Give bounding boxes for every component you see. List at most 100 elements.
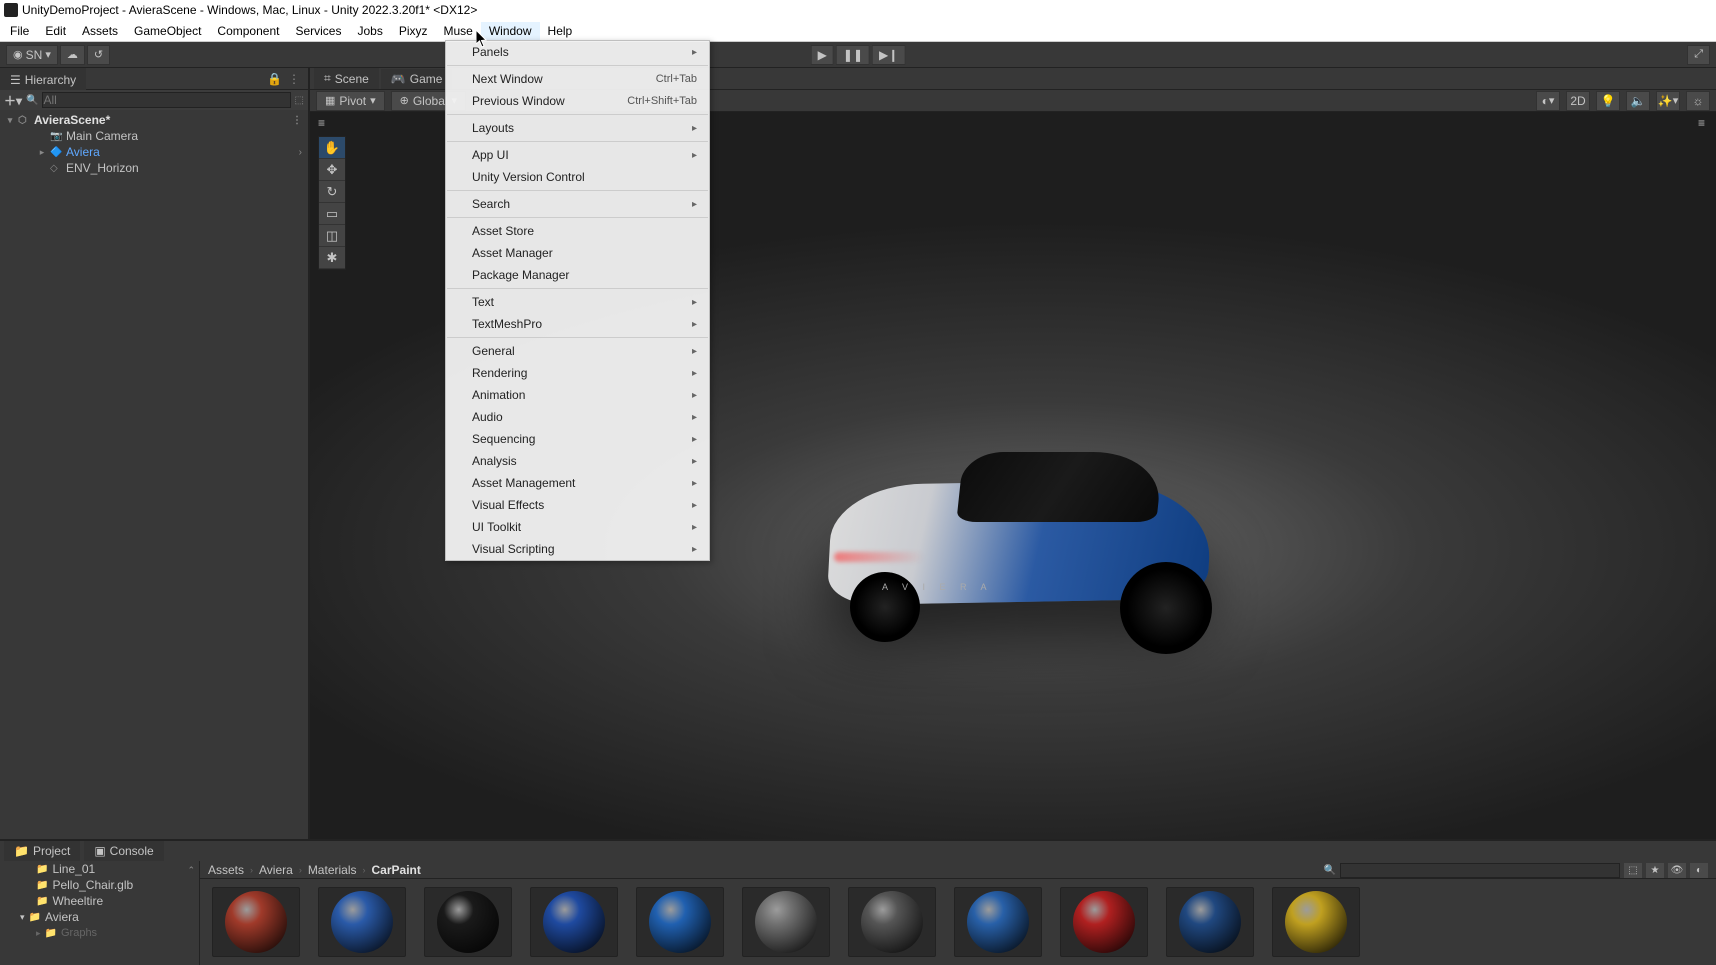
scene-context-icon[interactable]: ⋮ xyxy=(292,115,302,126)
favorites-icon[interactable]: ★ xyxy=(1646,863,1664,878)
menu-file[interactable]: File xyxy=(2,22,37,40)
fx-toggle[interactable]: ✨▾ xyxy=(1656,91,1680,111)
menu-help[interactable]: Help xyxy=(540,22,581,40)
menu-item-search[interactable]: Search▸ xyxy=(446,193,709,215)
menu-item-rendering[interactable]: Rendering▸ xyxy=(446,362,709,384)
breadcrumb-segment[interactable]: Aviera xyxy=(259,863,293,877)
hierarchy-tab[interactable]: ☰Hierarchy xyxy=(0,68,86,90)
menu-muse[interactable]: Muse xyxy=(436,22,481,40)
search-button[interactable]: ⤢ xyxy=(1687,45,1710,65)
hierarchy-tree: ▾⬡ AvieraScene* ⋮ 📷Main Camera▸🔷Aviera›◇… xyxy=(0,110,308,178)
material-thumbnail[interactable] xyxy=(1166,887,1254,957)
console-tab[interactable]: ▣ Console xyxy=(84,841,163,861)
window-menu-dropdown: Panels▸Next WindowCtrl+TabPrevious Windo… xyxy=(445,40,710,561)
breadcrumb-segment[interactable]: CarPaint xyxy=(372,863,421,877)
menu-jobs[interactable]: Jobs xyxy=(349,22,390,40)
menu-item-asset-store[interactable]: Asset Store xyxy=(446,220,709,242)
scene-tool-0[interactable]: ✋ xyxy=(319,137,345,159)
gameobject-icon: ◇ xyxy=(50,163,64,174)
menu-window[interactable]: Window xyxy=(481,22,540,40)
scene-tool-2[interactable]: ↻ xyxy=(319,181,345,203)
history-button[interactable]: ↺ xyxy=(87,45,110,65)
account-button[interactable]: ◉ SN ▾ xyxy=(6,45,58,65)
menu-item-visual-effects[interactable]: Visual Effects▸ xyxy=(446,494,709,516)
overlay-menu-icon[interactable]: ≡ xyxy=(318,116,326,130)
menu-assets[interactable]: Assets xyxy=(74,22,126,40)
lock-icon[interactable]: 🔒 xyxy=(267,72,282,86)
menu-services[interactable]: Services xyxy=(287,22,349,40)
project-search[interactable] xyxy=(1340,863,1620,878)
create-button[interactable]: ＋▾ xyxy=(4,92,22,109)
menu-item-text[interactable]: Text▸ xyxy=(446,291,709,313)
menu-item-ui-toolkit[interactable]: UI Toolkit▸ xyxy=(446,516,709,538)
menu-item-app-ui[interactable]: App UI▸ xyxy=(446,144,709,166)
menu-item-audio[interactable]: Audio▸ xyxy=(446,406,709,428)
menu-component[interactable]: Component xyxy=(209,22,287,40)
pivot-toggle[interactable]: ▦ Pivot ▾ xyxy=(316,91,385,111)
hierarchy-search[interactable] xyxy=(42,92,290,108)
breadcrumb-segment[interactable]: Materials xyxy=(308,863,357,877)
menu-item-next-window[interactable]: Next WindowCtrl+Tab xyxy=(446,68,709,90)
scene-tool-4[interactable]: ◫ xyxy=(319,225,345,247)
hierarchy-menu-icon[interactable]: ⋮ xyxy=(288,72,300,86)
menu-item-previous-window[interactable]: Previous WindowCtrl+Shift+Tab xyxy=(446,90,709,112)
unity-logo-icon xyxy=(4,3,18,17)
menu-item-general[interactable]: General▸ xyxy=(446,340,709,362)
expand-icon[interactable]: ⬚ xyxy=(295,95,304,106)
project-tab[interactable]: 📁 Project xyxy=(4,841,80,861)
scene-tab[interactable]: ⌗Scene xyxy=(314,68,379,89)
material-thumbnail[interactable] xyxy=(530,887,618,957)
2d-toggle[interactable]: 2D xyxy=(1566,91,1590,111)
folder-row[interactable]: ▾📁Aviera xyxy=(0,909,199,925)
slider-icon[interactable]: ◐ xyxy=(1690,863,1708,878)
material-thumbnail[interactable] xyxy=(636,887,724,957)
breadcrumb-segment[interactable]: Assets xyxy=(208,863,244,877)
material-thumbnail[interactable] xyxy=(848,887,936,957)
material-thumbnail[interactable] xyxy=(742,887,830,957)
game-tab[interactable]: 🎮Game xyxy=(381,69,453,89)
hierarchy-item[interactable]: ◇ENV_Horizon xyxy=(0,160,308,176)
menu-item-asset-manager[interactable]: Asset Manager xyxy=(446,242,709,264)
folder-row[interactable]: ▸📁Graphs xyxy=(0,925,199,941)
scene-tool-3[interactable]: ▭ xyxy=(319,203,345,225)
step-button[interactable]: ▶❙ xyxy=(872,45,905,65)
shading-mode[interactable]: ◐▾ xyxy=(1536,91,1560,111)
lighting-toggle[interactable]: 💡 xyxy=(1596,91,1620,111)
folder-row[interactable]: 📁Pello_Chair.glb xyxy=(0,877,199,893)
scene-tool-5[interactable]: ✱ xyxy=(319,247,345,269)
pause-button[interactable]: ❚❚ xyxy=(836,45,870,65)
material-thumbnail[interactable] xyxy=(424,887,512,957)
overlay-menu-right-icon[interactable]: ≡ xyxy=(1698,116,1706,130)
menu-gameobject[interactable]: GameObject xyxy=(126,22,209,40)
material-thumbnail[interactable] xyxy=(318,887,406,957)
collapse-icon[interactable]: ⌃ xyxy=(187,865,195,876)
play-button[interactable]: ▶ xyxy=(811,45,834,65)
gizmos-toggle[interactable]: ☼ xyxy=(1686,91,1710,111)
menu-item-layouts[interactable]: Layouts▸ xyxy=(446,117,709,139)
folder-row[interactable]: 📁Line_01 xyxy=(0,861,199,877)
scene-row[interactable]: ▾⬡ AvieraScene* ⋮ xyxy=(0,112,308,128)
material-thumbnail[interactable] xyxy=(212,887,300,957)
menu-item-package-manager[interactable]: Package Manager xyxy=(446,264,709,286)
menu-item-asset-management[interactable]: Asset Management▸ xyxy=(446,472,709,494)
hierarchy-item[interactable]: ▸🔷Aviera› xyxy=(0,144,308,160)
cloud-button[interactable]: ☁ xyxy=(60,45,85,65)
hidden-icon[interactable]: 👁 xyxy=(1668,863,1686,878)
menu-item-textmeshpro[interactable]: TextMeshPro▸ xyxy=(446,313,709,335)
material-thumbnail[interactable] xyxy=(1060,887,1148,957)
menu-item-unity-version-control[interactable]: Unity Version Control xyxy=(446,166,709,188)
menu-item-analysis[interactable]: Analysis▸ xyxy=(446,450,709,472)
menu-item-animation[interactable]: Animation▸ xyxy=(446,384,709,406)
material-thumbnail[interactable] xyxy=(1272,887,1360,957)
folder-row[interactable]: 📁Wheeltire xyxy=(0,893,199,909)
material-thumbnail[interactable] xyxy=(954,887,1042,957)
audio-toggle[interactable]: 🔈 xyxy=(1626,91,1650,111)
filter-icon[interactable]: ⬚ xyxy=(1624,863,1642,878)
search-icon: 🔍 xyxy=(26,95,38,106)
menu-pixyz[interactable]: Pixyz xyxy=(391,22,436,40)
menu-item-sequencing[interactable]: Sequencing▸ xyxy=(446,428,709,450)
menu-item-visual-scripting[interactable]: Visual Scripting▸ xyxy=(446,538,709,560)
hierarchy-item[interactable]: 📷Main Camera xyxy=(0,128,308,144)
menu-edit[interactable]: Edit xyxy=(37,22,74,40)
scene-tool-1[interactable]: ✥ xyxy=(319,159,345,181)
